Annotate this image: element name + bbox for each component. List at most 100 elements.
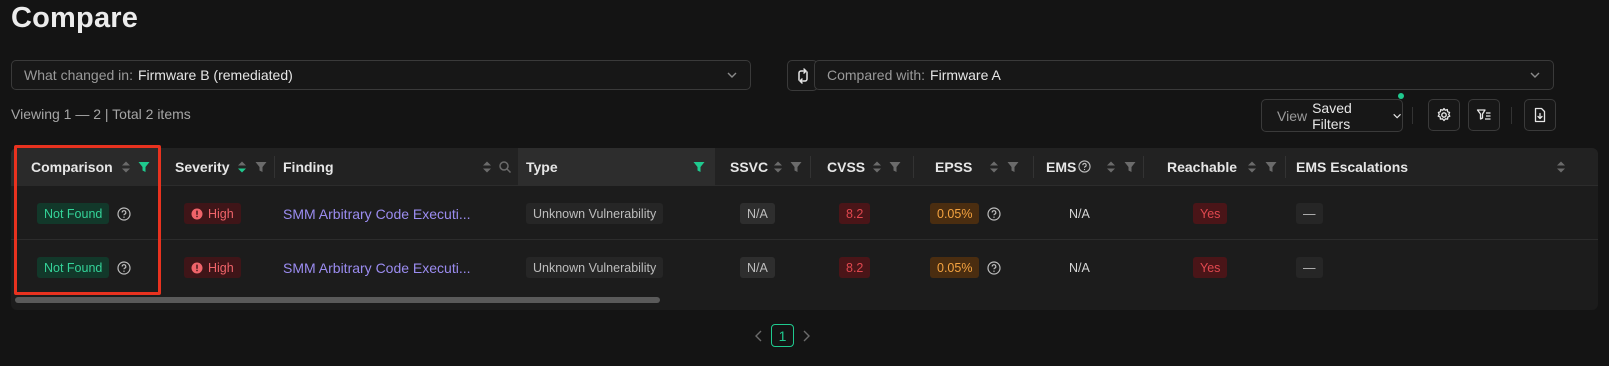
epss-badge: 0.05% xyxy=(930,257,980,278)
sort-icon[interactable] xyxy=(1245,159,1259,175)
column-header-reachable[interactable]: Reachable xyxy=(1144,148,1286,186)
view-saved-filters-button[interactable]: View Saved Filters xyxy=(1261,99,1403,132)
help-circle-icon[interactable] xyxy=(987,206,1002,221)
swap-icon xyxy=(797,67,808,84)
sort-icon[interactable] xyxy=(1104,159,1118,175)
column-label: Reachable xyxy=(1167,159,1238,175)
items-summary: Viewing 1 — 2 | Total 2 items xyxy=(11,106,191,122)
sort-icon[interactable] xyxy=(987,159,1001,175)
chevron-down-icon xyxy=(727,72,737,78)
finding-cell: SMM Arbitrary Code Executi... xyxy=(283,187,471,240)
horizontal-scrollbar[interactable] xyxy=(15,297,660,303)
active-filter-dot xyxy=(1398,93,1404,99)
what-changed-select[interactable]: What changed in: Firmware B (remediated) xyxy=(11,60,751,90)
reachable-cell: Yes xyxy=(1193,241,1228,294)
page-title: Compare xyxy=(11,2,139,34)
table-row[interactable]: Not Found High SMM Arbitrary Code Execut… xyxy=(11,187,1598,240)
findings-table: Comparison Severity Finding Type SSVC CV… xyxy=(11,148,1598,310)
chevron-left-icon[interactable] xyxy=(754,330,764,342)
severity-badge: High xyxy=(184,257,241,278)
settings-button[interactable] xyxy=(1428,99,1460,131)
column-label: Type xyxy=(526,159,558,175)
view-label: View xyxy=(1277,107,1308,124)
compared-with-select[interactable]: Compared with: Firmware A xyxy=(814,60,1554,90)
sort-icon[interactable] xyxy=(870,159,884,175)
column-label: EPSS xyxy=(935,159,973,175)
sort-icon[interactable] xyxy=(480,159,494,175)
column-header-ems-escalations[interactable]: EMS Escalations xyxy=(1286,148,1586,186)
table-header: Comparison Severity Finding Type SSVC CV… xyxy=(11,148,1598,186)
comparison-cell: Not Found xyxy=(37,241,131,294)
epss-cell: 0.05% xyxy=(930,241,1002,294)
cvss-cell: 8.2 xyxy=(839,241,871,294)
filter-icon[interactable] xyxy=(692,159,706,175)
column-header-ems[interactable]: EMS xyxy=(1034,148,1144,186)
filter-icon[interactable] xyxy=(254,159,268,175)
ssvc-cell: N/A xyxy=(740,187,775,240)
column-header-finding[interactable]: Finding xyxy=(275,148,518,186)
column-header-severity[interactable]: Severity xyxy=(161,148,275,186)
compared-with-value: Firmware A xyxy=(930,67,1001,83)
ems-escalations-cell: — xyxy=(1296,187,1323,240)
chevron-down-icon xyxy=(1530,72,1540,78)
gear-icon xyxy=(1437,107,1451,122)
filter-icon[interactable] xyxy=(1006,159,1020,175)
comparison-badge: Not Found xyxy=(37,203,110,224)
help-circle-icon[interactable] xyxy=(987,260,1002,275)
sort-icon[interactable] xyxy=(119,159,133,175)
chevron-right-icon[interactable] xyxy=(801,330,811,342)
table-row[interactable]: Not Found High SMM Arbitrary Code Execut… xyxy=(11,241,1598,294)
cvss-badge: 8.2 xyxy=(839,203,871,224)
chevron-down-icon xyxy=(1393,113,1401,119)
column-header-cvss[interactable]: CVSS xyxy=(811,148,914,186)
help-circle-icon[interactable] xyxy=(117,206,131,221)
compared-with-label: Compared with: xyxy=(827,67,926,83)
ems-escalations-cell: — xyxy=(1296,241,1323,294)
comparison-cell: Not Found xyxy=(37,187,131,240)
ems-value: N/A xyxy=(1069,260,1090,275)
ems-cell: N/A xyxy=(1062,187,1097,240)
ems-value: N/A xyxy=(1069,206,1090,221)
saved-filters-label: Saved Filters xyxy=(1312,99,1352,132)
severity-cell: High xyxy=(184,241,241,294)
severity-cell: High xyxy=(184,187,241,240)
filter-icon[interactable] xyxy=(789,159,803,175)
epss-cell: 0.05% xyxy=(930,187,1002,240)
severity-label: High xyxy=(208,260,234,275)
filter-icon[interactable] xyxy=(888,159,902,175)
ssvc-badge: N/A xyxy=(740,257,775,278)
finding-link[interactable]: SMM Arbitrary Code Executi... xyxy=(283,260,471,276)
column-filter-button[interactable] xyxy=(1468,99,1500,131)
help-circle-icon[interactable] xyxy=(117,260,131,275)
epss-badge: 0.05% xyxy=(930,203,980,224)
toolbar-divider xyxy=(1412,107,1413,124)
help-circle-icon[interactable] xyxy=(1078,160,1091,173)
column-header-type[interactable]: Type xyxy=(518,148,715,186)
column-header-comparison[interactable]: Comparison xyxy=(11,148,161,186)
ems-escalations-badge: — xyxy=(1296,257,1323,278)
sort-icon[interactable] xyxy=(771,159,785,175)
export-button[interactable] xyxy=(1524,99,1556,131)
filter-icon[interactable] xyxy=(137,159,151,175)
column-header-ssvc[interactable]: SSVC xyxy=(715,148,811,186)
filter-icon[interactable] xyxy=(1123,159,1137,175)
severity-label: High xyxy=(208,206,234,221)
what-changed-value: Firmware B (remediated) xyxy=(137,67,293,83)
sort-icon[interactable] xyxy=(1554,159,1568,175)
column-label: EMS xyxy=(1046,159,1077,175)
filter-icon[interactable] xyxy=(1264,159,1278,175)
column-label: Severity xyxy=(175,159,230,175)
ems-escalations-badge: — xyxy=(1296,203,1323,224)
type-badge: Unknown Vulnerability xyxy=(526,203,664,224)
reachable-badge: Yes xyxy=(1193,257,1228,278)
finding-link[interactable]: SMM Arbitrary Code Executi... xyxy=(283,206,471,222)
cvss-cell: 8.2 xyxy=(839,187,871,240)
sort-icon[interactable] xyxy=(235,159,249,175)
column-label: Comparison xyxy=(31,159,113,175)
cvss-badge: 8.2 xyxy=(839,257,871,278)
comparison-badge: Not Found xyxy=(37,257,110,278)
search-icon[interactable] xyxy=(498,159,512,175)
toolbar-divider xyxy=(1511,107,1512,124)
page-number-button[interactable]: 1 xyxy=(771,324,794,347)
column-header-epss[interactable]: EPSS xyxy=(914,148,1034,186)
